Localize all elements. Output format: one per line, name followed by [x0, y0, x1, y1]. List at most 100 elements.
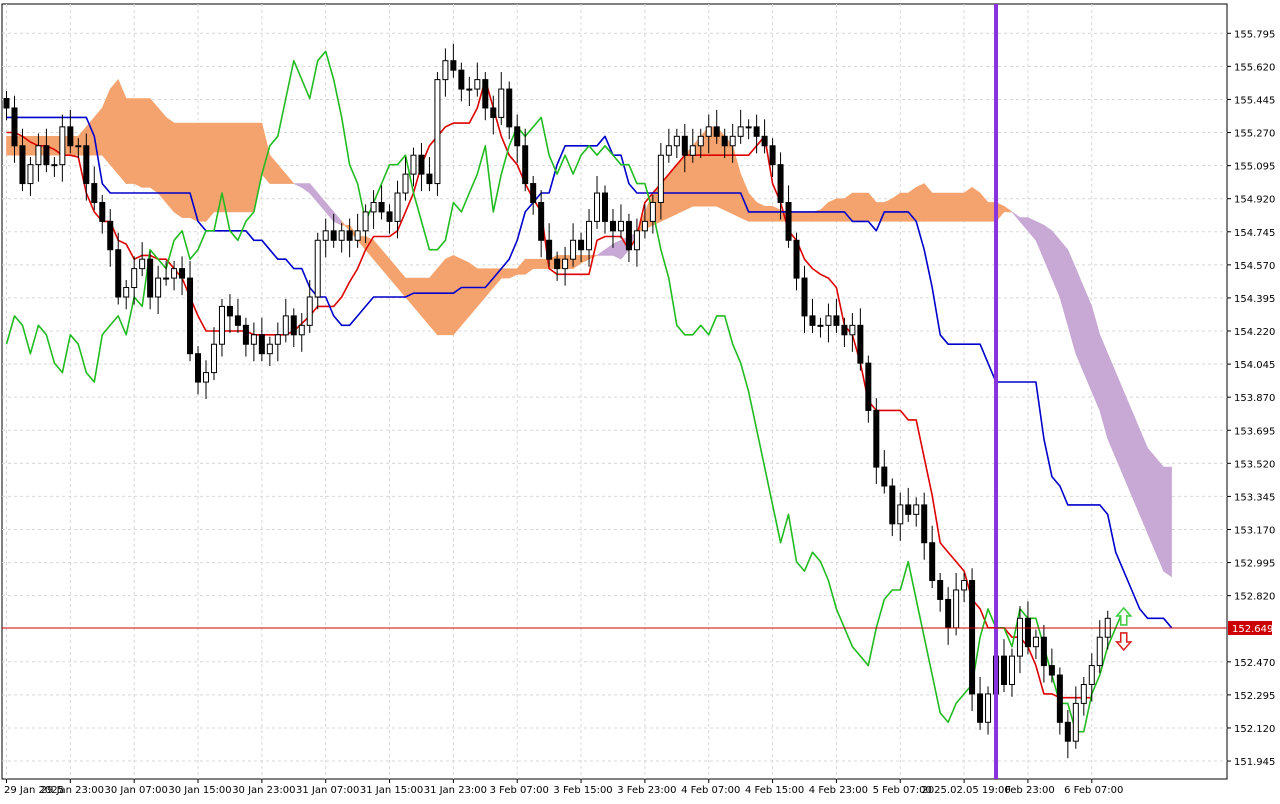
- bull-candle: [434, 79, 441, 185]
- bull-candle: [282, 315, 289, 336]
- bear-candle: [187, 277, 194, 355]
- price-tick-label: 153.520: [1234, 459, 1275, 470]
- bear-candle: [841, 324, 848, 336]
- kumo-bullish-segment: [796, 211, 805, 222]
- price-tick-label: 155.445: [1234, 95, 1275, 106]
- bear-candle: [330, 230, 337, 241]
- kumo-bullish-segment: [453, 254, 462, 336]
- bear-candle: [929, 542, 936, 582]
- price-tick-label: 152.470: [1234, 658, 1275, 669]
- kumo-bearish-segment: [1123, 391, 1132, 496]
- time-tick-label: 29 Jan 23:00: [41, 785, 104, 796]
- bear-candle: [290, 315, 297, 336]
- ichimoku-chart: 152.649 155.795 155.620 155.445 155.270 155.…: [0, 0, 1280, 800]
- bull-candle: [617, 220, 624, 232]
- bull-candle: [163, 277, 170, 280]
- bull-candle: [394, 192, 401, 222]
- price-tick-label: 152.295: [1234, 691, 1275, 702]
- kumo-bullish-segment: [804, 211, 813, 222]
- bear-candle: [546, 239, 553, 260]
- kumo-bullish-segment: [181, 122, 191, 218]
- bear-candle: [857, 324, 864, 364]
- kumo-bullish-segment: [876, 202, 885, 222]
- kumo-bullish-segment: [125, 98, 135, 184]
- kumo-bearish-segment: [1139, 429, 1148, 534]
- kumo-bearish-segment: [1163, 466, 1172, 578]
- time-tick-label: 3 Feb 15:00: [553, 785, 612, 796]
- kumo-bullish-segment: [899, 192, 909, 222]
- bear-candle: [578, 239, 585, 251]
- kumo-bullish-segment: [947, 192, 957, 222]
- bull-candle: [370, 201, 377, 213]
- bear-candle: [458, 69, 465, 90]
- bull-candle: [570, 239, 577, 260]
- kumo-bullish-segment: [836, 198, 845, 222]
- time-tick-label: 31 Jan 15:00: [360, 785, 423, 796]
- time-tick-label: 30 Jan 07:00: [105, 785, 168, 796]
- bear-candle: [753, 126, 760, 137]
- bear-candle: [3, 98, 10, 109]
- bear-candle: [769, 145, 776, 166]
- time-tick-label: 2025.02.05 19:00: [921, 785, 1010, 796]
- bear-candle: [1064, 721, 1071, 742]
- bull-candle: [218, 305, 225, 345]
- bull-candle: [171, 268, 178, 279]
- price-tick-label: 154.395: [1234, 294, 1275, 305]
- bear-candle: [506, 88, 513, 128]
- bull-candle: [123, 287, 130, 298]
- time-tick-label: 31 Jan 23:00: [424, 785, 487, 796]
- bull-candle: [641, 220, 648, 232]
- bear-candle: [681, 135, 688, 156]
- kumo-bullish-segment: [205, 122, 215, 223]
- kumo-bullish-segment: [883, 198, 893, 222]
- time-tick-label: 3 Feb 23:00: [617, 785, 676, 796]
- time-tick-label: 30 Jan 15:00: [168, 785, 231, 796]
- bull-candle: [155, 277, 162, 298]
- bear-candle: [873, 409, 880, 468]
- bull-candle: [897, 504, 904, 525]
- bear-candle: [91, 183, 98, 203]
- price-tick-label: 154.920: [1234, 195, 1275, 206]
- kumo-bullish-segment: [532, 258, 542, 269]
- bull-candle: [705, 126, 712, 137]
- bear-candle: [450, 60, 457, 71]
- bull-candle: [745, 126, 752, 129]
- bull-candle: [737, 126, 744, 137]
- bull-candle: [75, 145, 82, 148]
- kumo-bullish-segment: [469, 262, 478, 317]
- price-tick-label: 153.870: [1234, 393, 1275, 404]
- bull-candle: [306, 296, 313, 326]
- kumo-bullish-segment: [197, 122, 207, 222]
- bear-candle: [179, 268, 186, 279]
- kumo-bullish-segment: [229, 122, 239, 213]
- kumo-bearish-segment: [1075, 268, 1085, 373]
- bear-candle: [801, 277, 808, 317]
- bear-candle: [530, 183, 537, 203]
- bull-candle: [266, 343, 273, 355]
- bull-candle: [961, 580, 968, 591]
- kumo-bullish-segment: [461, 258, 470, 327]
- time-tick-label: 31 Jan 07:00: [296, 785, 359, 796]
- kumo-bullish-segment: [724, 135, 733, 215]
- bull-candle: [817, 324, 824, 327]
- bear-candle: [945, 598, 952, 629]
- time-tick-label: 3 Feb 07:00: [490, 785, 549, 796]
- kumo-bearish-segment: [1083, 287, 1093, 392]
- bear-candle: [147, 258, 154, 298]
- chart-canvas: 152.649 155.795 155.620 155.445 155.270 155.…: [0, 0, 1280, 800]
- kumo-bullish-segment: [708, 126, 718, 207]
- kumo-bullish-segment: [117, 79, 127, 185]
- kumo-bullish-segment: [173, 122, 183, 219]
- kumo-bullish-segment: [915, 183, 925, 222]
- bull-candle: [985, 693, 992, 723]
- bull-candle: [210, 343, 217, 374]
- bear-candle: [721, 135, 728, 147]
- bear-candle: [258, 334, 265, 355]
- kumo-bullish-segment: [860, 192, 869, 222]
- kumo-bullish-segment: [165, 116, 175, 213]
- bear-candle: [785, 201, 792, 241]
- bull-candle: [354, 230, 361, 241]
- bull-candle: [849, 324, 856, 336]
- price-tick-label: 154.570: [1234, 261, 1275, 272]
- bear-candle: [242, 324, 249, 345]
